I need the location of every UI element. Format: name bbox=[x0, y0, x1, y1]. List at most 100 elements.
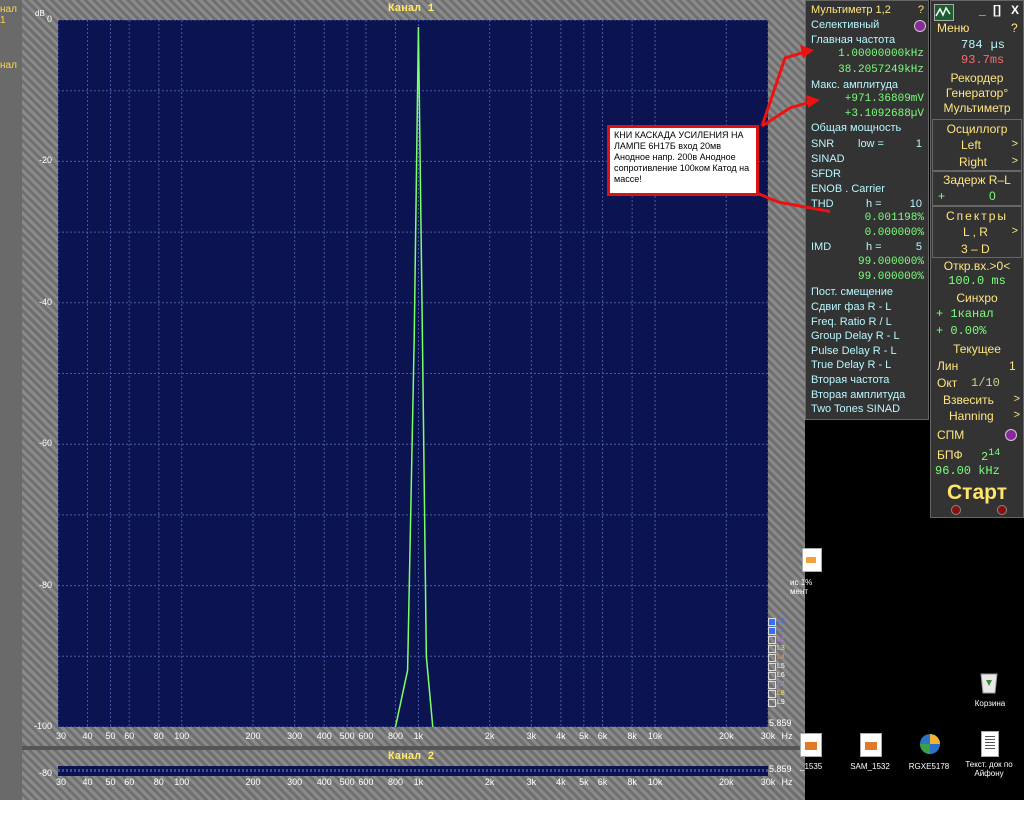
selective-label[interactable]: Селективный bbox=[811, 19, 924, 31]
ch2-x-tick-label: 6k bbox=[597, 777, 608, 787]
channel-legend[interactable]: L0 L1 L2 L3 L4 L5 L6 L7 L8 L9 bbox=[768, 617, 790, 707]
legend-swatch[interactable] bbox=[768, 635, 776, 644]
legend-swatch[interactable] bbox=[768, 689, 776, 698]
right-channel-led bbox=[997, 505, 1007, 515]
spectra-3d-button[interactable]: 3 – D bbox=[961, 242, 1020, 256]
legend-swatch[interactable] bbox=[768, 617, 776, 626]
menu-button[interactable]: Меню bbox=[937, 21, 1022, 35]
desktop-doc1-label[interactable]: ис 1% мент bbox=[790, 578, 830, 596]
oct-value: 1/10 bbox=[971, 376, 1000, 390]
sync-channel-row[interactable]: + 1канал bbox=[936, 307, 1022, 321]
channel1-readout: 5.859 bbox=[769, 718, 792, 728]
x-tick-label: 40 bbox=[82, 731, 93, 741]
sync-channel-number: 1 bbox=[950, 307, 958, 321]
image-file-icon-1[interactable] bbox=[800, 733, 822, 757]
desktop-icon-2-label[interactable]: SAM_1532 bbox=[838, 762, 902, 771]
second-freq-label[interactable]: Вторая частота bbox=[811, 374, 924, 386]
two-tones-label[interactable]: Two Tones SINAD bbox=[811, 403, 924, 415]
text-file-icon[interactable] bbox=[981, 731, 999, 757]
imd-value-2-unit: % bbox=[917, 271, 924, 283]
legend-item[interactable]: L9 bbox=[768, 698, 790, 707]
main-freq-value-2-number: 38.2057249 bbox=[838, 64, 905, 76]
legend-swatch[interactable] bbox=[768, 671, 776, 680]
legend-swatch[interactable] bbox=[768, 662, 776, 671]
spectra-lr-arrow-icon[interactable]: > bbox=[1012, 225, 1018, 237]
channel-divider[interactable] bbox=[22, 746, 805, 750]
legend-item[interactable]: L5 bbox=[768, 662, 790, 671]
recycle-bin-label[interactable]: Корзина bbox=[958, 699, 1022, 708]
desktop-icon-3-label[interactable]: RGXE5178 bbox=[897, 762, 961, 771]
legend-label: L1 bbox=[777, 627, 785, 634]
legend-swatch[interactable] bbox=[768, 680, 776, 689]
legend-item[interactable]: L8 bbox=[768, 689, 790, 698]
hanning-arrow-icon[interactable]: > bbox=[1014, 409, 1020, 421]
legend-item[interactable]: L2 bbox=[768, 635, 790, 644]
psd-led[interactable] bbox=[1005, 429, 1017, 441]
multimeter-help[interactable]: ? bbox=[918, 4, 924, 16]
true-delay-label[interactable]: True Delay R - L bbox=[811, 359, 924, 371]
osc-right-arrow-icon[interactable]: > bbox=[1012, 155, 1018, 167]
legend-swatch[interactable] bbox=[768, 626, 776, 635]
legend-label: L5 bbox=[777, 663, 785, 670]
sample-rate[interactable]: 96.00 kHz bbox=[935, 464, 1022, 478]
document-icon[interactable] bbox=[802, 548, 822, 572]
fft-size[interactable]: 214 bbox=[981, 448, 1022, 464]
image-file-icon-2[interactable] bbox=[860, 733, 882, 757]
weigh-button[interactable]: Взвесить bbox=[943, 393, 1022, 407]
spectra-button[interactable]: Спектры bbox=[934, 209, 1020, 223]
sync-level-plus: + bbox=[936, 324, 944, 338]
desktop-icon-4-label[interactable]: Текст. док по Айфону bbox=[956, 760, 1022, 778]
sync-button[interactable]: Синхро bbox=[932, 291, 1022, 305]
arrow-to-freq-head bbox=[800, 45, 814, 58]
weigh-arrow-icon[interactable]: > bbox=[1014, 393, 1020, 405]
legend-item[interactable]: L1 bbox=[768, 626, 790, 635]
sync-level-row[interactable]: + 0.00% bbox=[936, 324, 1022, 338]
help-button[interactable]: ? bbox=[1011, 21, 1022, 35]
start-button[interactable]: Старт bbox=[932, 481, 1022, 505]
legend-swatch[interactable] bbox=[768, 644, 776, 653]
oscilloscope-button[interactable]: Осциллогр bbox=[934, 122, 1020, 136]
hanning-button[interactable]: Hanning bbox=[949, 409, 1022, 423]
legend-item[interactable]: L7 bbox=[768, 680, 790, 689]
media-file-icon[interactable] bbox=[918, 732, 942, 756]
osc-left-arrow-icon[interactable]: > bbox=[1012, 138, 1018, 150]
control-panel: _ [] X Меню ? 784 µs 93.7ms Рекордер Гене… bbox=[930, 0, 1024, 518]
time-readout-1-value: 784 bbox=[961, 38, 983, 52]
open-input-button[interactable]: Откр.вх.>0< bbox=[932, 259, 1022, 273]
time-readout-2-value: 93.7 bbox=[961, 53, 990, 67]
left-strip-label-mid: нал bbox=[0, 60, 17, 71]
second-amp-label[interactable]: Вторая амплитуда bbox=[811, 389, 924, 401]
legend-swatch[interactable] bbox=[768, 698, 776, 707]
delay-button[interactable]: Задерж R–L bbox=[934, 173, 1020, 187]
group-delay-label[interactable]: Group Delay R - L bbox=[811, 330, 924, 342]
waveform-icon bbox=[935, 6, 951, 17]
channel2-plot-area[interactable] bbox=[58, 766, 768, 776]
phase-shift-label[interactable]: Сдвиг фаз R - L bbox=[811, 301, 924, 313]
x-tick-label: 3k bbox=[526, 731, 537, 741]
legend-item[interactable]: L4 bbox=[768, 653, 790, 662]
ch2-x-tick-label: 5k bbox=[579, 777, 589, 787]
imd-value-1-number: 99.000000 bbox=[857, 256, 918, 268]
ch2-x-tick-label: 200 bbox=[245, 777, 261, 787]
dc-offset-label[interactable]: Пост. смещение bbox=[811, 286, 924, 298]
multimeter-button[interactable]: Мультиметр bbox=[932, 101, 1022, 115]
legend-item[interactable]: L6 bbox=[768, 671, 790, 680]
ch2-x-tick-label: 30k bbox=[760, 777, 776, 787]
open-input-value-number: 100.0 bbox=[948, 274, 985, 288]
legend-item[interactable]: L0 bbox=[768, 617, 790, 626]
selective-led[interactable] bbox=[914, 20, 926, 32]
current-button[interactable]: Текущее bbox=[932, 342, 1022, 356]
generator-button[interactable]: Генератор° bbox=[932, 86, 1022, 100]
legend-item[interactable]: L3 bbox=[768, 644, 790, 653]
desktop-doc1-label-line1: ис 1% bbox=[790, 578, 813, 587]
x-tick-label: 30k bbox=[760, 731, 776, 741]
pulse-delay-label[interactable]: Pulse Delay R - L bbox=[811, 345, 924, 357]
ch2-x-tick-label: 500 bbox=[339, 777, 355, 787]
snr-low-label[interactable]: low = bbox=[858, 138, 924, 150]
recycle-bin-icon[interactable] bbox=[978, 670, 1000, 694]
freq-ratio-label[interactable]: Freq. Ratio R / L bbox=[811, 316, 924, 328]
legend-swatch[interactable] bbox=[768, 653, 776, 662]
recorder-button[interactable]: Рекордер bbox=[932, 71, 1022, 85]
desktop-icon-1-label[interactable]: _1535 bbox=[800, 762, 840, 771]
close-button[interactable]: X bbox=[1011, 3, 1022, 17]
